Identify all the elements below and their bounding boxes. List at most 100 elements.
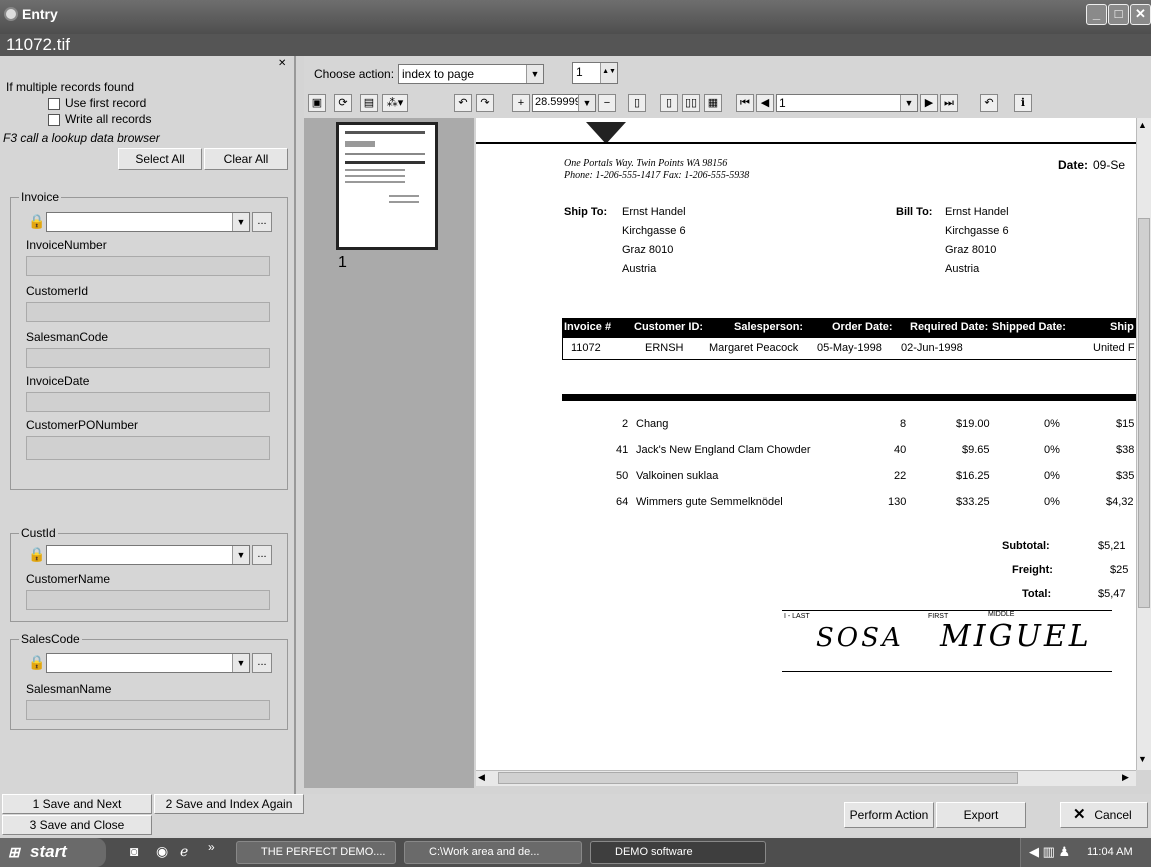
use-first-record-checkbox[interactable]: Use first record — [48, 96, 146, 110]
salescode-browse-button[interactable]: ... — [252, 653, 272, 673]
custid-browse-button[interactable]: ... — [252, 545, 272, 565]
browser-icon[interactable]: ◉ — [156, 843, 168, 860]
clear-all-button[interactable]: Clear All — [204, 148, 288, 170]
close-button[interactable]: ✕ — [1130, 4, 1151, 25]
po-number-field[interactable] — [26, 436, 270, 460]
scroll-left-icon[interactable]: ◀ — [478, 772, 485, 783]
fit-page-icon[interactable]: ▤ — [360, 94, 378, 112]
next-page-icon[interactable]: ▶ — [920, 94, 938, 112]
rotate-right-icon[interactable]: ↷ — [476, 94, 494, 112]
page-spinner[interactable]: 1 ▲▼ — [572, 62, 618, 84]
maximize-button[interactable]: □ — [1108, 4, 1129, 25]
save-and-index-again-button[interactable]: 2 Save and Index Again — [154, 794, 304, 814]
scroll-right-icon[interactable]: ▶ — [1122, 772, 1129, 783]
customer-id-field[interactable] — [26, 302, 270, 322]
chevron-down-icon[interactable]: ▼ — [578, 95, 595, 111]
scroll-down-icon[interactable]: ▼ — [1138, 754, 1147, 764]
lock-icon[interactable]: 🔒 — [28, 654, 45, 670]
bill-to-label: Bill To: — [896, 206, 933, 218]
invoice-browse-button[interactable]: ... — [252, 212, 272, 232]
invoice-lookup-combo[interactable]: ▼ — [46, 212, 250, 232]
lock-icon[interactable]: 🔒 — [28, 213, 45, 229]
rotate-left-icon[interactable]: ↶ — [454, 94, 472, 112]
scan-icon[interactable]: ▣ — [308, 94, 326, 112]
ship-country: Austria — [622, 263, 657, 275]
ie-icon[interactable]: ℯ — [180, 843, 188, 860]
date-label: Date: — [1058, 158, 1089, 172]
prev-page-icon[interactable]: ◀ — [756, 94, 774, 112]
save-and-close-button[interactable]: 3 Save and Close — [2, 815, 152, 835]
task-demo-software[interactable]: DEMO software — [590, 841, 766, 864]
salesman-name-field[interactable] — [26, 700, 270, 720]
lock-icon[interactable]: 🔒 — [28, 546, 45, 562]
invoice-date-label: InvoiceDate — [26, 374, 90, 388]
taskbar: ⊞ start ◙ ◉ ℯ » THE PERFECT DEMO.... C:\… — [0, 838, 1151, 867]
document-view[interactable]: One Portals Way. Twin Points WA 98156 Ph… — [476, 118, 1136, 770]
scroll-up-icon[interactable]: ▲ — [1138, 120, 1147, 130]
chevron-down-icon[interactable]: ▼ — [526, 65, 543, 83]
invoice-number-field[interactable] — [26, 256, 270, 276]
minimize-button[interactable]: _ — [1086, 4, 1107, 25]
perform-action-button[interactable]: Perform Action — [844, 802, 934, 828]
items-header-bar — [562, 394, 1136, 401]
invoice-date-field[interactable] — [26, 392, 270, 412]
zoom-in-icon[interactable]: + — [512, 94, 530, 112]
start-button[interactable]: ⊞ start — [0, 838, 106, 867]
item-price: $33.25 — [956, 496, 990, 508]
horizontal-scroll-thumb[interactable] — [498, 772, 1018, 784]
save-and-next-button[interactable]: 1 Save and Next — [2, 794, 152, 814]
action-select[interactable]: index to page ▼ — [398, 64, 544, 84]
checkbox-icon[interactable] — [48, 113, 60, 126]
page-thumbnail[interactable] — [336, 122, 438, 250]
despeckle-icon[interactable]: ⁂▾ — [382, 94, 408, 112]
page-select-value: 1 — [779, 96, 786, 110]
checkbox-icon[interactable] — [48, 97, 60, 110]
chevron-down-icon[interactable]: ▼ — [232, 546, 249, 564]
quicklaunch-icon[interactable]: ◙ — [130, 843, 138, 859]
single-page-icon[interactable]: ▯ — [628, 94, 646, 112]
row-customer-id: ERNSH — [645, 342, 684, 354]
vertical-scroll-thumb[interactable] — [1138, 218, 1150, 608]
subtotal-value: $5,21 — [1098, 540, 1126, 552]
salesman-code-field[interactable] — [26, 348, 270, 368]
zoom-select[interactable]: 28.59999 ▼ — [532, 94, 596, 112]
more-icon[interactable]: » — [208, 840, 215, 854]
last-page-icon[interactable]: ⏭ — [940, 94, 958, 112]
zoom-out-icon[interactable]: − — [598, 94, 616, 112]
horizontal-scrollbar[interactable]: ◀ ▶ — [476, 770, 1136, 786]
custid-lookup-combo[interactable]: ▼ — [46, 545, 250, 565]
chevron-down-icon[interactable]: ▼ — [232, 654, 249, 672]
left-panel: ✕ If multiple records found Use first re… — [0, 56, 296, 794]
info-icon[interactable]: ℹ — [1014, 94, 1032, 112]
salescode-lookup-combo[interactable]: ▼ — [46, 653, 250, 673]
chevron-down-icon[interactable]: ▼ — [232, 213, 249, 231]
action-select-value: index to page — [402, 67, 475, 81]
row-salesperson: Margaret Peacock — [709, 342, 799, 354]
page-select[interactable]: 1 ▼ — [776, 94, 918, 112]
item-row: 50 Valkoinen suklaa 22 $16.25 0% $35 — [476, 470, 1136, 488]
customer-name-field[interactable] — [26, 590, 270, 610]
task-perfect-demo[interactable]: THE PERFECT DEMO.... — [236, 841, 396, 864]
write-all-records-checkbox[interactable]: Write all records — [48, 112, 151, 126]
page-view-icon[interactable]: ▯ — [660, 94, 678, 112]
cancel-button[interactable]: ✕ Cancel — [1060, 802, 1148, 828]
chevron-down-icon[interactable]: ▼ — [900, 95, 917, 111]
tray-icons[interactable]: ◀ ▥ ♟ — [1029, 844, 1070, 860]
multi-page-icon[interactable]: ▦ — [704, 94, 722, 112]
export-button[interactable]: Export — [936, 802, 1026, 828]
task-work-area[interactable]: C:\Work area and de... — [404, 841, 582, 864]
clock: 11:04 AM — [1087, 846, 1133, 858]
panel-close-icon[interactable]: ✕ — [278, 58, 286, 69]
undo-icon[interactable]: ↶ — [980, 94, 998, 112]
select-all-button[interactable]: Select All — [118, 148, 202, 170]
app-icon — [4, 7, 18, 21]
rotate-icon[interactable]: ⟳ — [334, 94, 352, 112]
item-price: $16.25 — [956, 470, 990, 482]
spinner-arrows-icon[interactable]: ▲▼ — [600, 63, 617, 83]
first-page-icon[interactable]: ⏮ — [736, 94, 754, 112]
header-ship: Ship — [1110, 321, 1134, 333]
company-address: One Portals Way. Twin Points WA 98156 — [564, 158, 728, 169]
vertical-scrollbar[interactable]: ▲ ▼ — [1136, 118, 1151, 770]
item-discount: 0% — [1044, 444, 1060, 456]
two-page-icon[interactable]: ▯▯ — [682, 94, 700, 112]
